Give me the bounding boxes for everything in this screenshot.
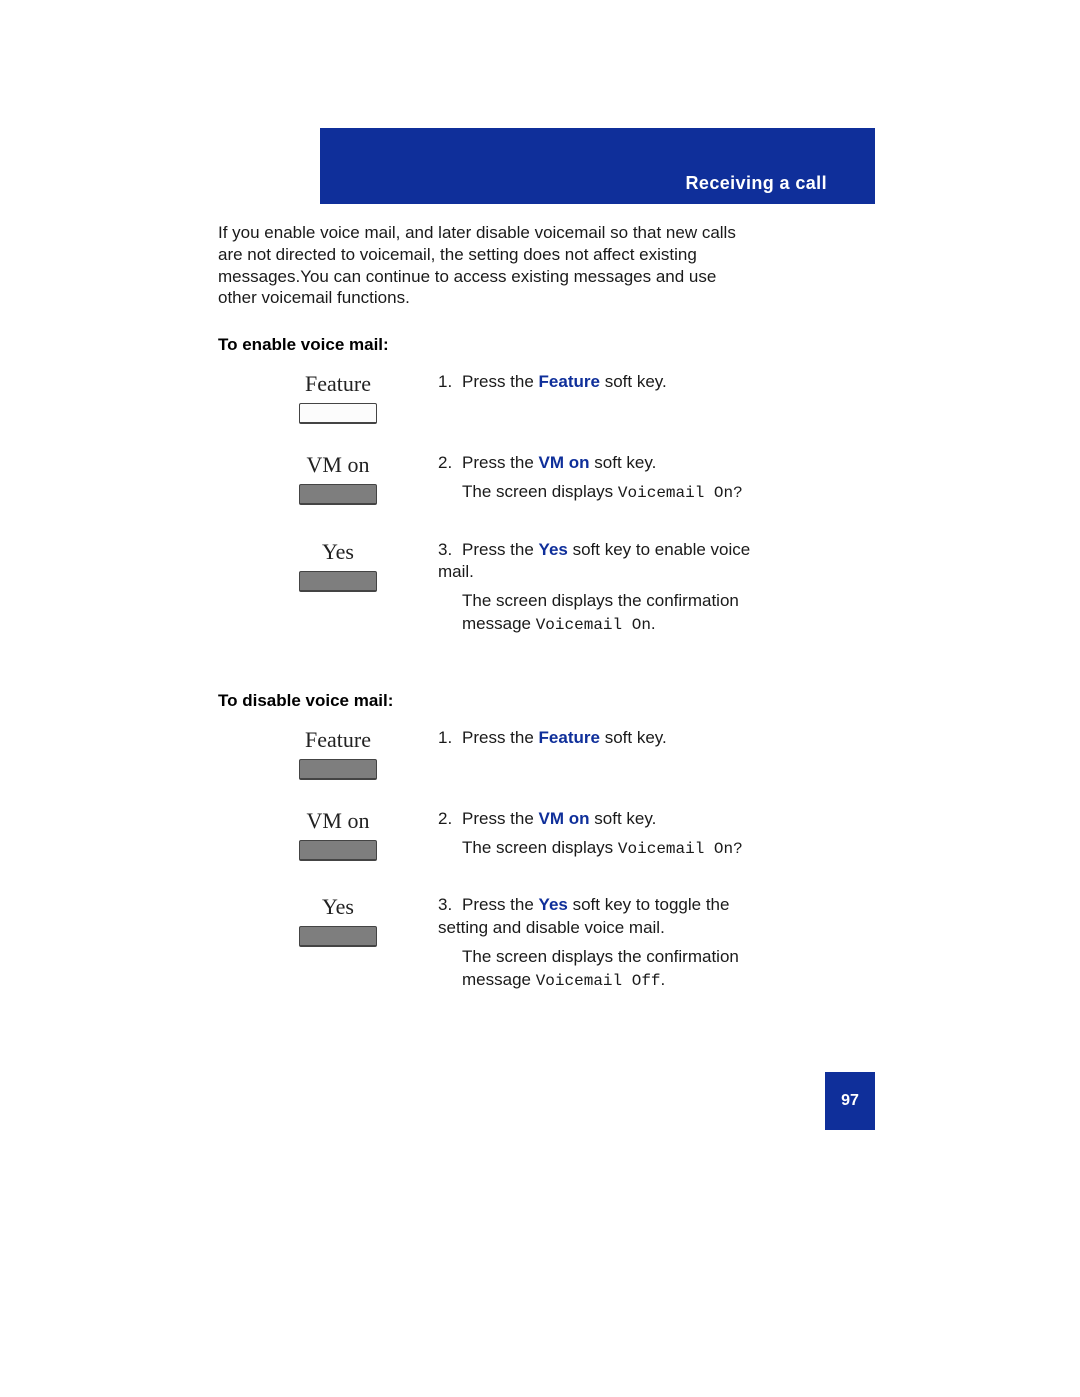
step-number: 1. — [438, 727, 462, 750]
softkey-name: Feature — [539, 372, 600, 391]
softkey-button-icon — [299, 403, 377, 424]
page-content: If you enable voice mail, and later disa… — [218, 222, 758, 1021]
step-prefix: Press the — [462, 809, 539, 828]
step-text: 2.Press the VM on soft key. The screen d… — [398, 452, 758, 511]
softkey-label: Yes — [278, 539, 398, 565]
step-number: 2. — [438, 808, 462, 831]
softkey-name: VM on — [539, 453, 590, 472]
softkey-name: Feature — [539, 728, 600, 747]
softkey-name: Yes — [539, 540, 568, 559]
step-number: 2. — [438, 452, 462, 475]
step-prefix: Press the — [462, 540, 539, 559]
header-title: Receiving a call — [686, 173, 827, 194]
softkey-label: VM on — [278, 808, 398, 834]
softkey-feature: Feature — [278, 727, 398, 780]
disable-heading: To disable voice mail: — [218, 691, 758, 711]
document-page: Receiving a call If you enable voice mai… — [0, 0, 1080, 1397]
softkey-vm-on: VM on — [278, 452, 398, 505]
enable-step-3: Yes 3.Press the Yes soft key to enable v… — [278, 533, 758, 665]
intro-paragraph: If you enable voice mail, and later disa… — [218, 222, 758, 309]
screen-message: Voicemail On — [536, 616, 651, 634]
step-prefix: Press the — [462, 728, 539, 747]
step-suffix: soft key. — [600, 372, 667, 391]
step-prefix: Press the — [462, 453, 539, 472]
result-suffix: . — [651, 614, 656, 633]
step-suffix: soft key. — [590, 809, 657, 828]
softkey-name: VM on — [539, 809, 590, 828]
softkey-yes: Yes — [278, 894, 398, 947]
screen-message: Voicemail On? — [618, 840, 743, 858]
enable-heading: To enable voice mail: — [218, 335, 758, 355]
step-number: 3. — [438, 539, 462, 562]
softkey-label: Yes — [278, 894, 398, 920]
header-band: Receiving a call — [320, 128, 875, 204]
step-text: 3.Press the Yes soft key to toggle the s… — [398, 894, 758, 998]
step-text: 3.Press the Yes soft key to enable voice… — [398, 539, 758, 643]
result-suffix: . — [661, 970, 666, 989]
page-number: 97 — [825, 1072, 875, 1130]
softkey-label: Feature — [278, 371, 398, 397]
step-number: 1. — [438, 371, 462, 394]
step-prefix: Press the — [462, 372, 539, 391]
step-number: 3. — [438, 894, 462, 917]
enable-step-2: VM on 2.Press the VM on soft key. The sc… — [278, 446, 758, 533]
enable-steps: Feature 1.Press the Feature soft key. VM… — [278, 365, 758, 665]
softkey-label: VM on — [278, 452, 398, 478]
softkey-button-icon — [299, 926, 377, 947]
page-number-value: 97 — [841, 1092, 859, 1110]
step-suffix: soft key. — [590, 453, 657, 472]
step-text: 2.Press the VM on soft key. The screen d… — [398, 808, 758, 867]
result-prefix: The screen displays — [462, 838, 618, 857]
softkey-feature: Feature — [278, 371, 398, 424]
disable-step-2: VM on 2.Press the VM on soft key. The sc… — [278, 802, 758, 889]
softkey-vm-on: VM on — [278, 808, 398, 861]
step-suffix: soft key. — [600, 728, 667, 747]
softkey-button-icon — [299, 759, 377, 780]
screen-message: Voicemail Off — [536, 972, 661, 990]
step-text: 1.Press the Feature soft key. — [398, 727, 758, 756]
softkey-button-icon — [299, 840, 377, 861]
softkey-label: Feature — [278, 727, 398, 753]
disable-steps: Feature 1.Press the Feature soft key. VM… — [278, 721, 758, 1021]
step-prefix: Press the — [462, 895, 539, 914]
softkey-button-icon — [299, 484, 377, 505]
softkey-button-icon — [299, 571, 377, 592]
enable-step-1: Feature 1.Press the Feature soft key. — [278, 365, 758, 446]
disable-step-3: Yes 3.Press the Yes soft key to toggle t… — [278, 888, 758, 1020]
result-prefix: The screen displays — [462, 482, 618, 501]
disable-step-1: Feature 1.Press the Feature soft key. — [278, 721, 758, 802]
softkey-yes: Yes — [278, 539, 398, 592]
step-text: 1.Press the Feature soft key. — [398, 371, 758, 400]
softkey-name: Yes — [539, 895, 568, 914]
screen-message: Voicemail On? — [618, 484, 743, 502]
